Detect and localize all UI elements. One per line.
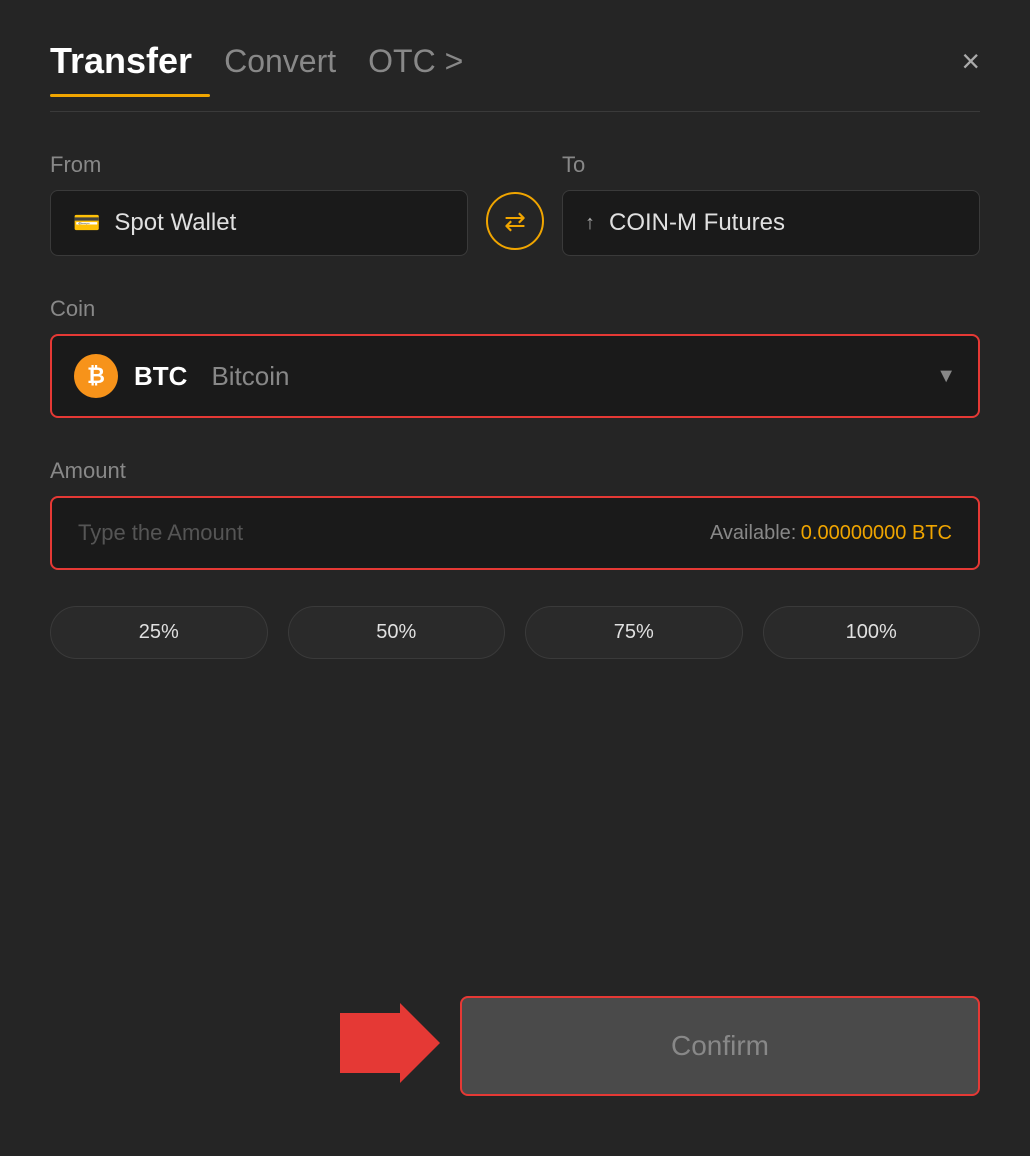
coin-full-name: Bitcoin xyxy=(211,361,289,392)
percent-50-button[interactable]: 50% xyxy=(288,606,506,659)
from-label: From xyxy=(50,152,468,178)
available-info: Available: 0.00000000 BTC xyxy=(710,522,952,545)
tab-convert[interactable]: Convert xyxy=(224,43,336,80)
from-to-section: From 💳 Spot Wallet ⇄ To ↑ COIN-M Futures xyxy=(50,152,980,256)
coin-symbol: BTC xyxy=(134,361,187,392)
available-label: Available: xyxy=(710,522,796,544)
btc-symbol: ₿ xyxy=(87,363,105,389)
tab-transfer[interactable]: Transfer xyxy=(50,40,192,82)
from-wallet-selector[interactable]: 💳 Spot Wallet xyxy=(50,190,468,256)
close-button[interactable]: × xyxy=(961,45,980,77)
btc-icon: ₿ xyxy=(74,354,118,398)
transfer-modal: Transfer Convert OTC > × From 💳 Spot Wal… xyxy=(0,0,1030,1156)
to-wallet-selector[interactable]: ↑ COIN-M Futures xyxy=(562,190,980,256)
header-divider xyxy=(50,111,980,112)
modal-header: Transfer Convert OTC > × xyxy=(50,40,980,82)
to-group: To ↑ COIN-M Futures xyxy=(562,152,980,256)
arrow-icon xyxy=(340,1003,440,1083)
arrow-indicator xyxy=(340,1003,440,1088)
coin-label: Coin xyxy=(50,296,980,322)
from-group: From 💳 Spot Wallet xyxy=(50,152,468,256)
to-wallet-name: COIN-M Futures xyxy=(609,209,785,237)
coin-selector[interactable]: ₿ BTC Bitcoin ▼ xyxy=(50,334,980,418)
swap-icon: ⇄ xyxy=(504,206,526,237)
coin-section: Coin ₿ BTC Bitcoin ▼ xyxy=(50,296,980,418)
amount-placeholder: Type the Amount xyxy=(78,520,243,546)
amount-label: Amount xyxy=(50,458,980,484)
percent-75-button[interactable]: 75% xyxy=(525,606,743,659)
available-value: 0.00000000 BTC xyxy=(801,522,952,544)
tab-otc[interactable]: OTC > xyxy=(368,43,463,80)
from-wallet-name: Spot Wallet xyxy=(114,209,236,237)
swap-container: ⇄ xyxy=(468,192,562,256)
confirm-section: Confirm xyxy=(50,956,980,1096)
percent-25-button[interactable]: 25% xyxy=(50,606,268,659)
futures-icon: ↑ xyxy=(585,212,595,235)
percent-100-button[interactable]: 100% xyxy=(763,606,981,659)
amount-section: Amount Type the Amount Available: 0.0000… xyxy=(50,458,980,570)
percent-section: 25% 50% 75% 100% xyxy=(50,606,980,659)
wallet-card-icon: 💳 xyxy=(73,210,100,236)
coin-chevron-icon: ▼ xyxy=(936,365,956,388)
amount-input-box[interactable]: Type the Amount Available: 0.00000000 BT… xyxy=(50,496,980,570)
to-label: To xyxy=(562,152,980,178)
active-tab-underline xyxy=(50,94,210,97)
confirm-button[interactable]: Confirm xyxy=(460,996,980,1096)
swap-button[interactable]: ⇄ xyxy=(486,192,544,250)
